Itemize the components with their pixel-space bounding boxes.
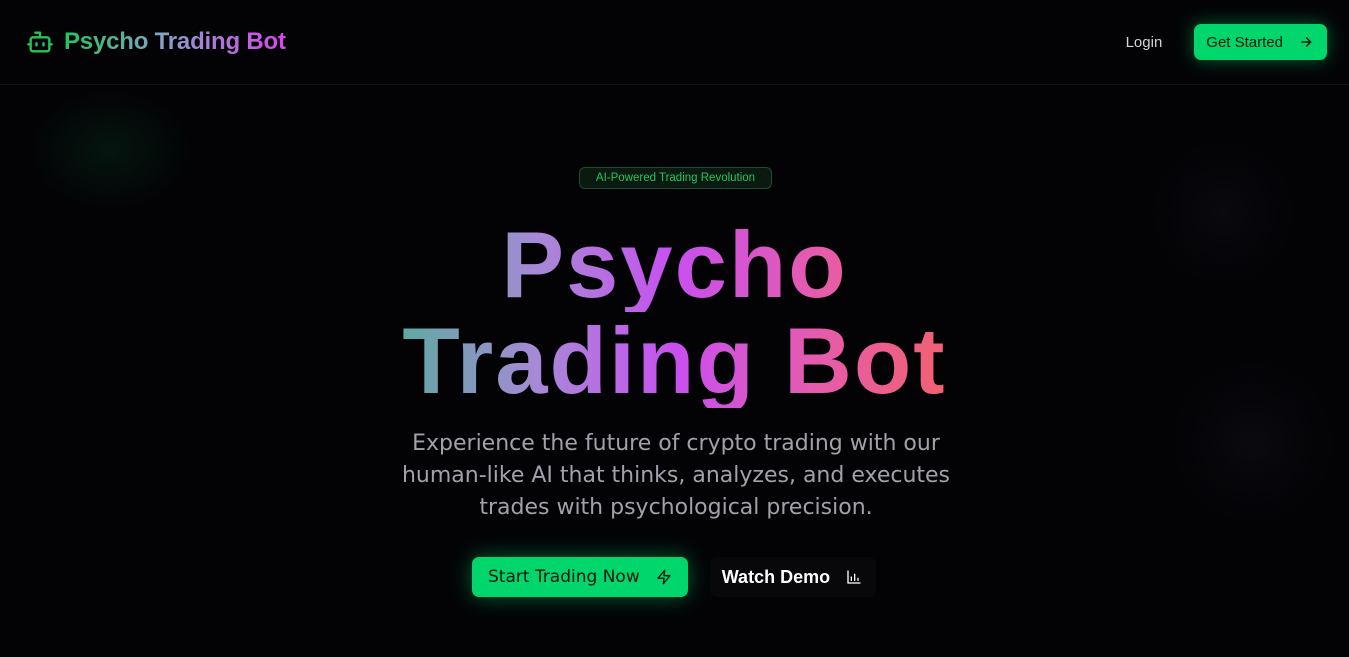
hero-badge: AI-Powered Trading Revolution [579, 167, 772, 189]
lightning-icon [657, 569, 671, 585]
get-started-button[interactable]: Get Started [1194, 24, 1327, 60]
site-header: Psycho Trading Bot Login Get Started [0, 0, 1349, 85]
hero-title-line1: Psycho [0, 218, 1349, 312]
hero-title-line2: Trading Bot [0, 314, 1349, 408]
start-trading-button[interactable]: Start Trading Now [472, 557, 688, 597]
header-nav: Login Get Started [1126, 24, 1327, 60]
hero-title-text-2: Trading Bot [402, 308, 947, 413]
watch-demo-button[interactable]: Watch Demo [709, 557, 877, 597]
hero-title-text-1: Psycho [402, 218, 947, 312]
hero-subtitle: Experience the future of crypto trading … [401, 431, 951, 520]
landing-page: Psycho Trading Bot Login Get Started AI-… [0, 0, 1349, 657]
arrow-right-icon [1301, 37, 1312, 47]
bar-chart-icon [847, 570, 861, 584]
hero-cta-row: Start Trading Now Watch Demo [472, 557, 877, 597]
watch-demo-label: Watch Demo [721, 566, 831, 587]
get-started-label: Get Started [1206, 33, 1283, 51]
robot-icon [27, 31, 53, 53]
start-trading-label: Start Trading Now [488, 567, 640, 587]
background-glow [30, 90, 190, 210]
brand-name: Psycho Trading Bot [64, 28, 286, 55]
brand-logo[interactable]: Psycho Trading Bot [26, 28, 286, 56]
login-link[interactable]: Login [1126, 34, 1163, 51]
